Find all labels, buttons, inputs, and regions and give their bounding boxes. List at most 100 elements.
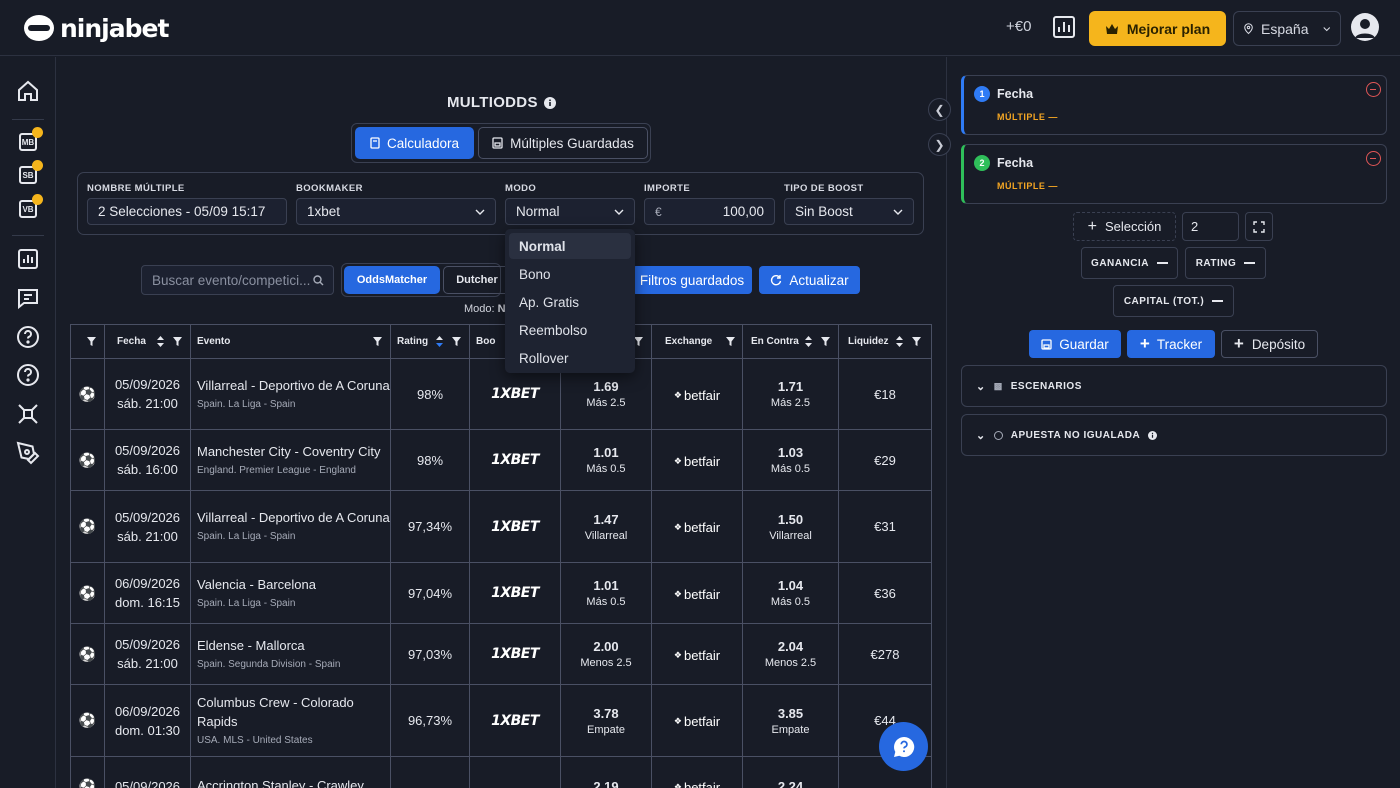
bookmaker-cell[interactable]: 1XBET [469,429,561,491]
bookmaker-select[interactable]: 1xbet [296,198,496,225]
col-fecha[interactable]: Fecha [104,324,191,359]
surebet-icon[interactable]: SB [19,160,43,184]
col-rating[interactable]: Rating [390,324,470,359]
bookmaker-cell[interactable]: 1XBET [469,490,561,563]
home-icon[interactable] [16,79,40,103]
search-placeholder: Buscar evento/competici... [152,272,311,288]
unmatched-bet-accordion[interactable]: ⌄ APUESTA NO IGUALADA [961,414,1387,456]
filter-icon[interactable] [172,336,183,347]
filter-icon[interactable] [451,336,462,347]
deposit-button[interactable]: + Depósito [1221,330,1318,358]
faq-icon[interactable] [16,363,40,387]
valuebet-icon[interactable]: VB [19,194,43,218]
bookmaker-cell[interactable]: 1XBET [469,623,561,685]
tab-multiples-guardadas[interactable]: Múltiples Guardadas [478,127,648,159]
filter-icon[interactable] [86,336,97,347]
tab-dutcher[interactable]: Dutcher [443,266,511,294]
col-liquidez[interactable]: Liquidez [838,324,932,359]
tools-icon[interactable] [16,402,40,426]
info-icon[interactable] [543,96,556,109]
page-title: MULTIODDS [447,94,556,111]
event-cell[interactable]: Manchester City - Coventry City England. … [190,429,391,491]
selection-count-input[interactable]: 2 [1182,212,1239,241]
scenarios-accordion[interactable]: ⌄ ▩ ESCENARIOS [961,365,1387,407]
multibet-icon[interactable]: MB [19,127,43,151]
help-chat-button[interactable] [879,722,928,771]
event-competition: Spain. La Liga - Spain [197,597,296,609]
filter-icon[interactable] [725,336,736,347]
save-button[interactable]: Guardar [1029,330,1121,358]
table-row[interactable]: ⚽ 05/09/2026 sáb. 21:00 Eldense - Mallorca S… [70,623,932,685]
selection-leg-1[interactable]: 1 Fecha MÚLTIPLE — [961,75,1387,135]
mode-option-rollover[interactable]: Rollover [509,345,631,371]
amount-input[interactable]: € 100,00 [644,198,775,225]
mode-option-reembolso[interactable]: Reembolso [509,317,631,343]
event-cell[interactable]: Columbus Crew - Colorado Rapids USA. MLS … [190,684,391,757]
bookmaker-cell[interactable]: 1XBET [469,562,561,624]
table-row[interactable]: ⚽ 05/09/2026 sáb. 16:00 Manchester City - C… [70,429,932,491]
exchange-cell[interactable]: ❖ betfair [651,562,743,624]
tab-oddsmatcher[interactable]: OddsMatcher [344,266,440,294]
exchange-cell[interactable]: ❖ betfair [651,429,743,491]
boost-select[interactable]: Sin Boost [784,198,914,225]
search-input[interactable]: Buscar evento/competici... [141,265,334,295]
table-row[interactable]: ⚽ 05/09/2026 sáb. 21:00 Villarreal - Deport… [70,490,932,563]
mode-option-normal[interactable]: Normal [509,233,631,259]
exchange-cell[interactable]: ❖ betfair [651,684,743,757]
table-row[interactable]: ⚽ 05/09/2026 Accrington Stanley - Crawley 2… [70,756,932,788]
stats-chart-icon[interactable] [1052,14,1076,40]
event-cell[interactable]: Villarreal - Deportivo de A Coruna Spain.… [190,358,391,430]
country-select[interactable]: España [1233,11,1341,46]
info-icon[interactable] [1148,430,1158,440]
event-cell[interactable]: Valencia - Barcelona Spain. La Liga - Spa… [190,562,391,624]
mode-option-bono[interactable]: Bono [509,261,631,287]
event-cell[interactable]: Eldense - Mallorca Spain. Segunda Divisio… [190,623,391,685]
sort-desc-icon[interactable] [434,336,445,347]
table-row[interactable]: ⚽ 06/09/2026 dom. 01:30 Columbus Crew - Col… [70,684,932,757]
tab-calculadora[interactable]: Calculadora [355,127,474,159]
collapse-left-button[interactable]: ❮ [928,98,951,121]
expand-right-button[interactable]: ❯ [928,133,951,156]
upgrade-plan-button[interactable]: Mejorar plan [1089,11,1226,46]
exchange-cell[interactable]: ❖ betfair [651,490,743,563]
event-time: dom. 16:15 [114,595,181,610]
sort-icon[interactable] [155,336,166,347]
event-cell[interactable]: Villarreal - Deportivo de A Coruna Spain.… [190,490,391,563]
col-evento[interactable]: Evento [190,324,391,359]
add-selection-button[interactable]: + Selección [1073,212,1176,241]
filter-icon[interactable] [911,336,922,347]
col-en-contra[interactable]: En Contra [742,324,839,359]
exchange-cell[interactable]: ❖ betfair [651,623,743,685]
tracker-button[interactable]: + Tracker [1127,330,1215,358]
sort-icon[interactable] [803,336,814,347]
saved-filters-button[interactable]: Filtros guardados [632,266,752,294]
fullscreen-button[interactable] [1245,212,1273,241]
mode-select[interactable]: Normal [505,198,635,225]
table-row[interactable]: ⚽ 05/09/2026 sáb. 21:00 Villarreal - Deport… [70,358,932,430]
info-outline-icon [993,430,1003,440]
bookmaker-cell[interactable]: 1XBET [469,684,561,757]
avatar[interactable] [1351,13,1379,41]
ninjabet-logo[interactable]: ninjabet [24,12,169,44]
mode-option-ap-gratis[interactable]: Ap. Gratis [509,289,631,315]
exchange-cell[interactable]: ❖ betfair [651,756,743,788]
col-sport[interactable] [70,324,105,359]
refresh-button[interactable]: Actualizar [759,266,860,294]
selection-leg-2[interactable]: 2 Fecha MÚLTIPLE — [961,144,1387,204]
remove-circle-icon[interactable] [1366,151,1381,166]
table-row[interactable]: ⚽ 06/09/2026 dom. 16:15 Valencia - Barcelon… [70,562,932,624]
exchange-name: betfair [683,647,721,663]
bookmaker-cell[interactable] [469,756,561,788]
sort-icon[interactable] [894,336,905,347]
col-exchange[interactable]: Exchange [651,324,743,359]
help-circle-icon[interactable] [16,325,40,349]
event-cell[interactable]: Accrington Stanley - Crawley [190,756,391,788]
name-input[interactable]: 2 Selecciones - 05/09 15:17 [87,198,287,225]
remove-circle-icon[interactable] [1366,82,1381,97]
pen-tool-icon[interactable] [16,441,40,465]
filter-icon[interactable] [820,336,831,347]
filter-icon[interactable] [372,336,383,347]
chat-icon[interactable] [16,286,40,310]
stats-icon[interactable] [16,247,40,271]
exchange-cell[interactable]: ❖ betfair [651,358,743,430]
